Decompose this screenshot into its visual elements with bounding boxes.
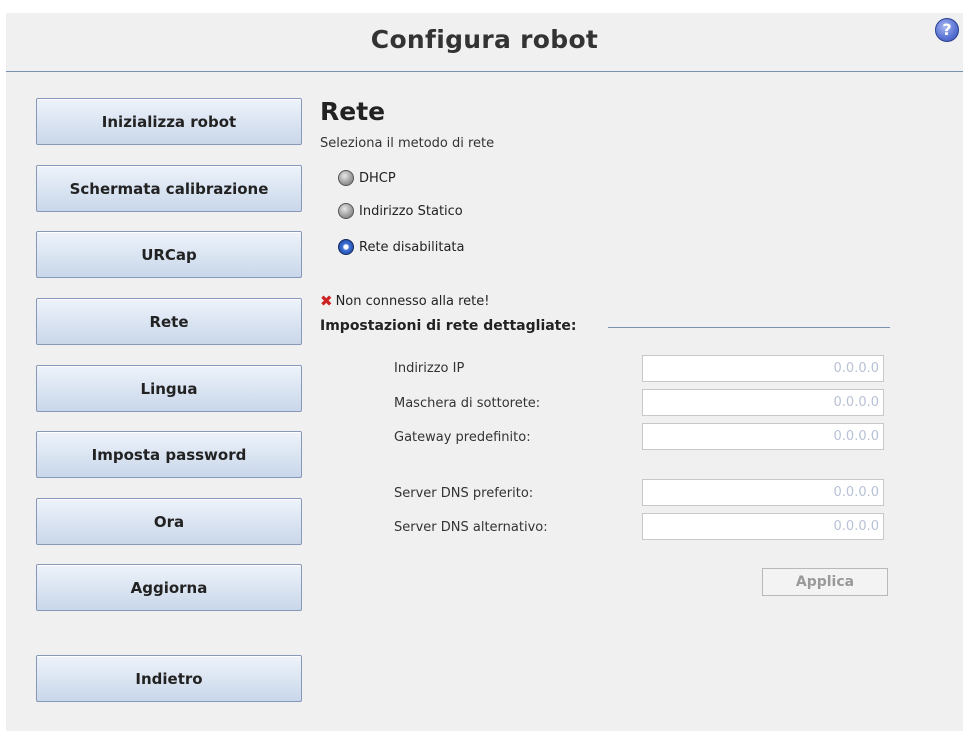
nav-button-network[interactable]: Rete	[36, 298, 302, 345]
nav-button-calibration-screen[interactable]: Schermata calibrazione	[36, 165, 302, 212]
ip-address-input[interactable]: 0.0.0.0	[642, 355, 884, 382]
status-text: Non connesso alla rete!	[335, 294, 490, 309]
radio-off-icon[interactable]	[338, 203, 354, 219]
radio-on-icon[interactable]	[338, 239, 354, 255]
radio-option-dhcp[interactable]: DHCP	[338, 170, 396, 186]
nav-button-language[interactable]: Lingua	[36, 365, 302, 412]
page-title: Configura robot	[370, 25, 599, 54]
apply-button[interactable]: Applica	[762, 568, 888, 596]
ip-address-label: Indirizzo IP	[394, 361, 465, 376]
radio-option-network-disabled[interactable]: Rete disabilitata	[338, 239, 465, 255]
connection-status: ✖ Non connesso alla rete!	[320, 292, 490, 310]
back-button[interactable]: Indietro	[36, 655, 302, 702]
subnet-mask-input[interactable]: 0.0.0.0	[642, 389, 884, 416]
section-title: Rete	[320, 97, 386, 126]
nav-button-update[interactable]: Aggiorna	[36, 564, 302, 611]
nav-button-set-password[interactable]: Imposta password	[36, 431, 302, 478]
preferred-dns-input[interactable]: 0.0.0.0	[642, 479, 884, 506]
radio-label: DHCP	[359, 170, 396, 186]
radio-label: Indirizzo Statico	[359, 203, 463, 219]
default-gateway-input[interactable]: 0.0.0.0	[642, 423, 884, 450]
radio-label: Rete disabilitata	[359, 239, 465, 255]
nav-button-urcap[interactable]: URCap	[36, 231, 302, 278]
radio-off-icon[interactable]	[338, 170, 354, 186]
radio-option-static-address[interactable]: Indirizzo Statico	[338, 203, 463, 219]
default-gateway-label: Gateway predefinito:	[394, 430, 531, 445]
error-x-icon: ✖	[320, 292, 333, 310]
subnet-mask-label: Maschera di sottorete:	[394, 396, 541, 411]
help-icon[interactable]: ?	[935, 18, 959, 42]
section-subtitle: Seleziona il metodo di rete	[320, 136, 495, 151]
divider	[608, 327, 890, 328]
nav-button-time[interactable]: Ora	[36, 498, 302, 545]
preferred-dns-label: Server DNS preferito:	[394, 486, 534, 501]
details-heading: Impostazioni di rete dettagliate:	[320, 318, 577, 334]
header: Configura robot	[6, 13, 963, 72]
nav-button-initialize-robot[interactable]: Inizializza robot	[36, 98, 302, 145]
config-window: Configura robot ? Inizializza robot Sche…	[6, 13, 963, 731]
alternate-dns-input[interactable]: 0.0.0.0	[642, 513, 884, 540]
alternate-dns-label: Server DNS alternativo:	[394, 520, 548, 535]
